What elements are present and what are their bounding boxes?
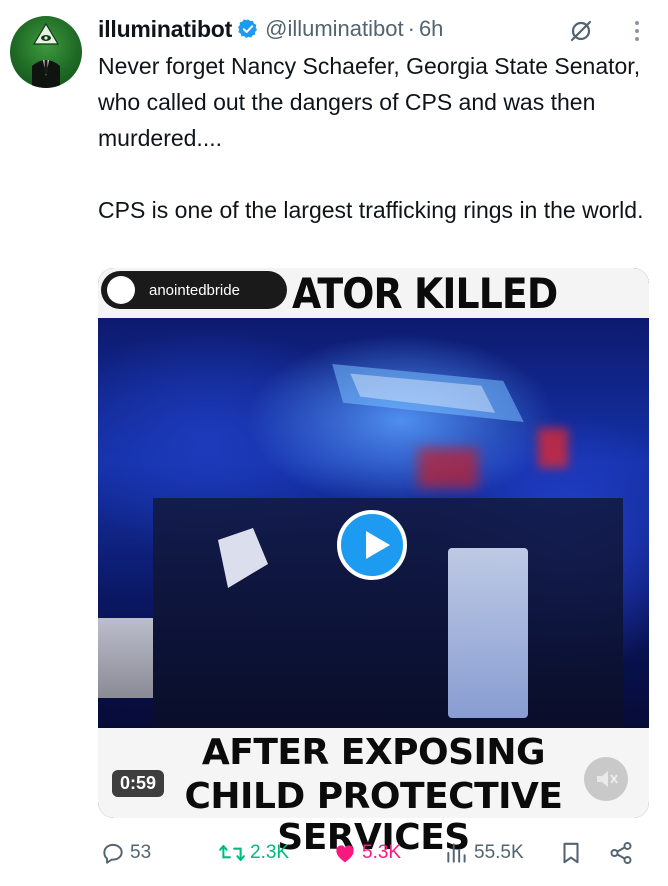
play-button[interactable] [337, 510, 407, 580]
news-logo-graphic [332, 363, 524, 423]
video-duration: 0:59 [112, 770, 165, 797]
uploader-name: anointedbride [149, 281, 240, 299]
reply-count: 53 [130, 842, 152, 863]
separator-dot: · [407, 16, 415, 41]
avatar[interactable] [10, 16, 82, 88]
retweet-button[interactable]: 2.3K [218, 836, 289, 870]
bookmark-icon [563, 842, 579, 864]
like-count: 5.3K [362, 842, 402, 863]
uploader-avatar [107, 276, 135, 304]
views-count: 55.5K [474, 842, 524, 863]
more-options-icon[interactable] [632, 18, 642, 44]
verified-badge-icon [238, 19, 258, 38]
share-button[interactable] [608, 836, 638, 870]
views-button[interactable]: 55.5K [444, 836, 524, 870]
action-bar: 53 2.3K 5.3K 55.5K [100, 836, 650, 870]
grok-icon[interactable] [568, 18, 594, 44]
timestamp[interactable]: 6h [419, 16, 443, 42]
views-chart-icon [447, 843, 466, 863]
author-name[interactable]: illuminatibot [98, 16, 232, 43]
video-headline-top: ATOR KILLED [292, 269, 558, 318]
mute-button[interactable] [584, 757, 628, 801]
video-headline-line1: AFTER EXPOSING [201, 732, 546, 773]
bookmark-button[interactable] [558, 836, 588, 870]
tweet-text: Never forget Nancy Schaefer, Georgia Sta… [98, 48, 658, 228]
like-button[interactable]: 5.3K [332, 836, 401, 870]
retweet-icon [219, 844, 245, 862]
tweet-header: illuminatibot @illuminatibot · 6h [98, 12, 658, 46]
tweet-paragraph-2: CPS is one of the largest trafficking ri… [98, 197, 644, 223]
speaker-muted-icon [597, 771, 618, 787]
eye-pyramid-icon [32, 22, 60, 88]
reply-icon [103, 843, 123, 864]
tweet-paragraph-1: Never forget Nancy Schaefer, Georgia Sta… [98, 53, 641, 151]
heart-icon [336, 845, 354, 863]
reply-button[interactable]: 53 [100, 836, 151, 870]
share-icon [610, 841, 632, 865]
uploader-tag: anointedbride [101, 271, 287, 309]
author-handle[interactable]: @illuminatibot [265, 16, 404, 42]
retweet-count: 2.3K [250, 842, 290, 863]
